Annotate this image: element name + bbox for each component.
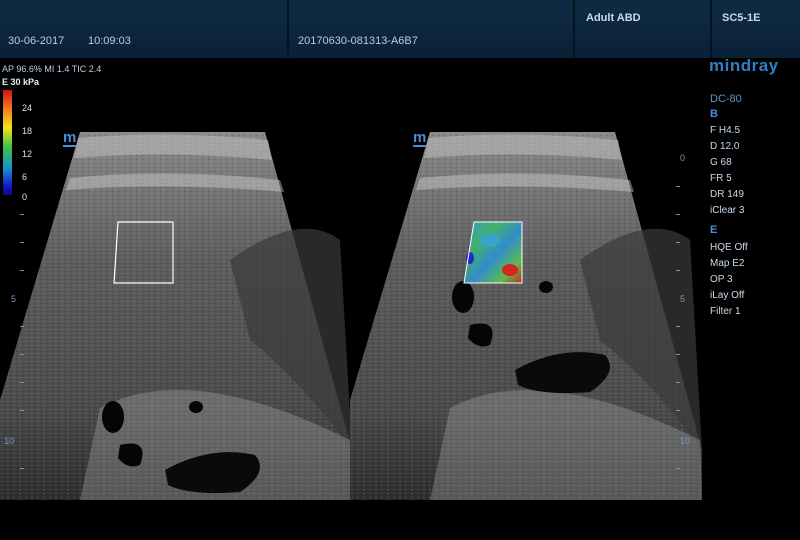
depth-label-10cm: 10 (4, 436, 15, 446)
hepatic-vessel (452, 281, 474, 313)
colorbar-tick: 24 (22, 103, 33, 113)
depth-tick (676, 242, 680, 243)
header-divider (710, 0, 712, 58)
top-header-bar: 30-06-2017 10:09:03 20170630-081313-A6B7… (0, 0, 800, 58)
exam-time: 10:09:03 (88, 35, 131, 47)
depth-tick (20, 354, 24, 355)
e-param-map[interactable]: Map E2 (710, 258, 744, 269)
depth-tick (20, 468, 24, 469)
depth-tick (20, 326, 24, 327)
depth-tick (676, 382, 680, 383)
elastography-image-pane[interactable] (350, 120, 702, 500)
depth-label-10cm: 10 (680, 436, 691, 446)
b-param-depth[interactable]: D 12.0 (710, 141, 739, 152)
e-param-ilay[interactable]: iLay Off (710, 290, 744, 301)
b-param-frame-rate[interactable]: FR 5 (710, 173, 732, 184)
hepatic-vessel (189, 401, 203, 413)
b-mode-ultrasound-image (0, 132, 352, 500)
e-param-filter[interactable]: Filter 1 (710, 306, 741, 317)
b-param-iclear[interactable]: iClear 3 (710, 205, 744, 216)
depth-tick (20, 242, 24, 243)
hepatic-vessel (539, 281, 553, 293)
elastography-roi-map[interactable] (463, 221, 523, 284)
orientation-marker: m (413, 129, 427, 147)
depth-label-0cm: 0 (680, 153, 686, 163)
depth-tick (676, 468, 680, 469)
depth-tick (20, 382, 24, 383)
exam-date: 30-06-2017 (8, 35, 65, 47)
depth-tick (676, 214, 680, 215)
depth-tick (20, 410, 24, 411)
acoustic-output-info: AP 96.6% MI 1.4 TIC 2.4 (2, 64, 102, 74)
header-divider (573, 0, 575, 58)
probe-name[interactable]: SC5-1E (722, 12, 761, 24)
e-param-hqe[interactable]: HQE Off (710, 242, 748, 253)
b-param-gain[interactable]: G 68 (710, 157, 732, 168)
exam-preset[interactable]: Adult ABD (586, 12, 641, 24)
depth-tick (676, 410, 680, 411)
e-mode-heading: E (710, 224, 718, 236)
study-id[interactable]: 20170630-081313-A6B7 (298, 35, 418, 47)
elasto-scale-label: E 30 kPa (2, 77, 40, 87)
b-mode-image-pane[interactable] (0, 120, 352, 500)
depth-tick (676, 326, 680, 327)
b-param-dynamic-range[interactable]: DR 149 (710, 189, 744, 200)
header-divider (287, 0, 289, 58)
mindray-logo: mindray (709, 56, 779, 75)
depth-label-5cm: 5 (11, 294, 17, 304)
depth-tick (676, 186, 680, 187)
depth-label-5cm: 5 (680, 294, 686, 304)
depth-tick (20, 214, 24, 215)
hepatic-vessel (102, 401, 124, 433)
orientation-marker: m (63, 129, 77, 147)
depth-tick (676, 270, 680, 271)
e-param-op[interactable]: OP 3 (710, 274, 733, 285)
depth-tick (676, 354, 680, 355)
b-mode-heading: B (710, 108, 718, 120)
depth-tick (20, 270, 24, 271)
elastography-ultrasound-image (350, 132, 702, 500)
b-param-frequency[interactable]: F H4.5 (710, 125, 740, 136)
system-model: DC-80 (710, 93, 742, 105)
